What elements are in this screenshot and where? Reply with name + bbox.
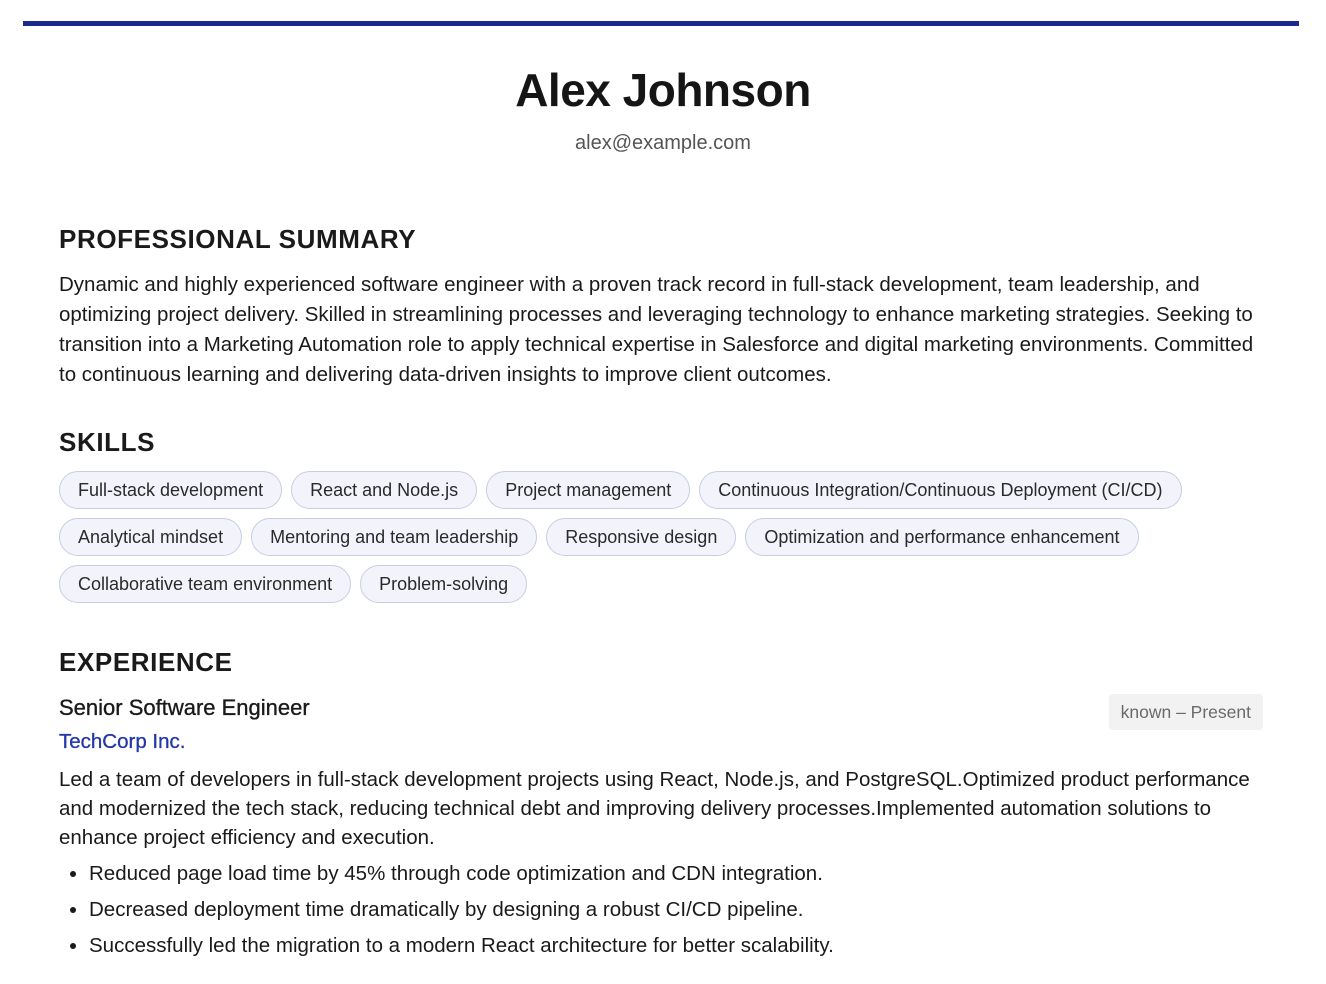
resume-header: Alex Johnson alex@example.com — [0, 62, 1326, 156]
skill-chip: Project management — [486, 471, 691, 509]
candidate-name: Alex Johnson — [515, 64, 811, 116]
candidate-email: alex@example.com — [575, 132, 751, 154]
skills-heading: SKILLS — [59, 427, 156, 457]
skill-chip: Problem-solving — [360, 565, 528, 603]
skill-chip: Responsive design — [546, 518, 737, 556]
summary-text: Dynamic and highly experienced software … — [59, 273, 1254, 386]
achievement-item: Decreased deployment time dramatically b… — [89, 892, 1269, 928]
skill-chip: Collaborative team environment — [59, 565, 352, 603]
job-dates-badge: known – Present — [1108, 694, 1263, 730]
achievement-item: Successfully led the migration to a mode… — [89, 928, 1269, 964]
achievement-item: Reduced page load time by 45% through co… — [89, 856, 1269, 892]
job-title: Senior Software Engineer — [59, 695, 310, 720]
skill-chip: Continuous Integration/Continuous Deploy… — [699, 471, 1182, 509]
skill-chip: Full-stack development — [59, 471, 283, 509]
skills-list: Full-stack development React and Node.js… — [59, 471, 1279, 612]
achievement-list: Reduced page load time by 45% through co… — [59, 856, 1269, 964]
skill-chip: React and Node.js — [291, 471, 478, 509]
skill-chip: Optimization and performance enhancement — [745, 518, 1139, 556]
job-description: Led a team of developers in full-stack d… — [59, 768, 1250, 849]
skill-chip: Analytical mindset — [59, 518, 243, 556]
company-name: TechCorp Inc. — [59, 730, 186, 753]
job-entry: Senior Software Engineer known – Present… — [59, 693, 1269, 964]
resume-body: PROFESSIONAL SUMMARY Dynamic and highly … — [59, 222, 1269, 964]
top-accent-bar — [23, 21, 1299, 26]
experience-heading: EXPERIENCE — [59, 647, 233, 677]
summary-heading: PROFESSIONAL SUMMARY — [59, 224, 417, 254]
skill-chip: Mentoring and team leadership — [251, 518, 538, 556]
